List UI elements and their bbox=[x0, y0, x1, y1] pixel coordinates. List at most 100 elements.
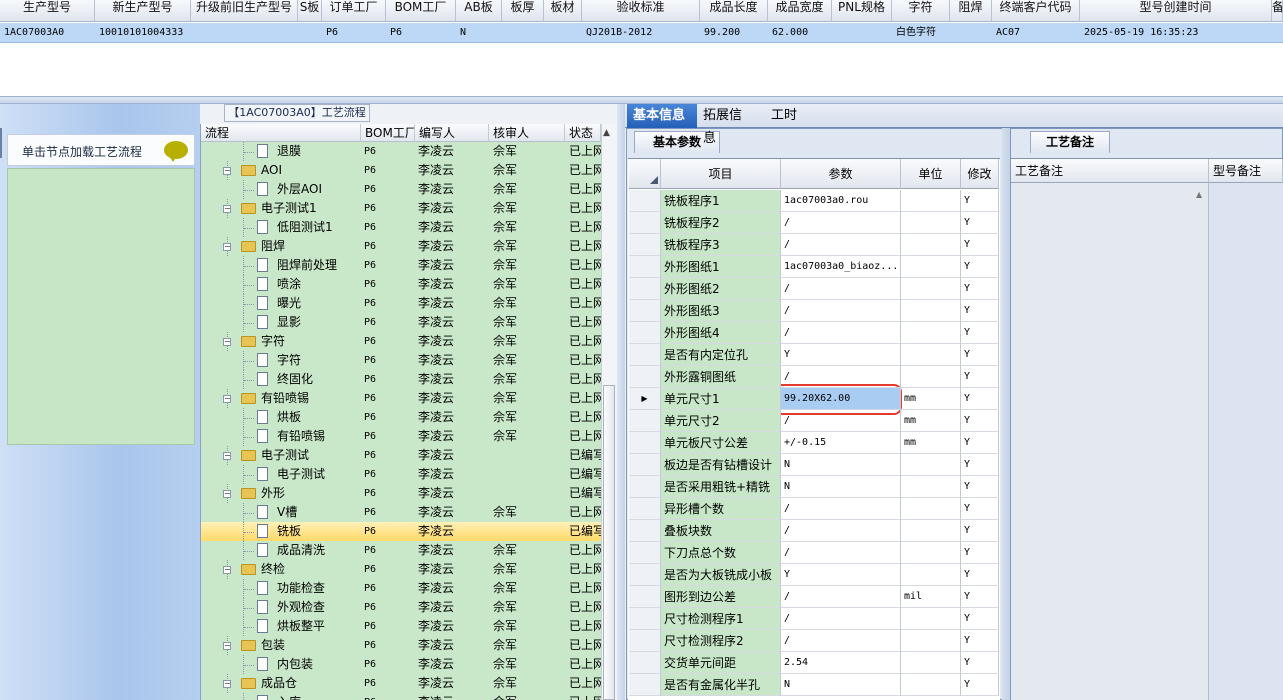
grid-header-17[interactable]: 备 bbox=[1272, 0, 1283, 22]
tree-row[interactable]: − 有铅喷锡 P6 李凌云 佘军 已上网 bbox=[201, 389, 601, 408]
grid-header-14[interactable]: 阻焊 bbox=[950, 0, 992, 22]
param-value[interactable]: 99.20X62.00 bbox=[781, 388, 901, 410]
tree-row[interactable]: 成品清洗 P6 李凌云 佘军 已上网 bbox=[201, 541, 601, 560]
tree-header-2[interactable]: 编写人 bbox=[415, 124, 489, 142]
collapse-toggle-icon[interactable]: − bbox=[223, 167, 231, 175]
param-row[interactable]: 单元尺寸2/mm Y bbox=[629, 410, 999, 432]
param-modify[interactable]: Y bbox=[961, 234, 999, 256]
collapse-toggle-icon[interactable]: − bbox=[223, 490, 231, 498]
param-row[interactable]: 下刀点总个数 / Y bbox=[629, 542, 999, 564]
collapse-toggle-icon[interactable]: − bbox=[223, 680, 231, 688]
tree-row[interactable]: 铣板 P6 李凌云 已编写 bbox=[201, 522, 601, 541]
param-value[interactable]: Y bbox=[781, 564, 901, 586]
collapse-toggle-icon[interactable]: − bbox=[223, 452, 231, 460]
param-value[interactable]: / bbox=[781, 498, 901, 520]
grid-header-11[interactable]: 成品宽度 bbox=[768, 0, 832, 22]
param-modify[interactable]: Y bbox=[961, 366, 999, 388]
tree-row[interactable]: 低阻测试1 P6 李凌云 佘军 已上网 bbox=[201, 218, 601, 237]
tree-row[interactable]: − 字符 P6 李凌云 佘军 已上网 bbox=[201, 332, 601, 351]
param-row[interactable]: 铣板程序2/ Y bbox=[629, 212, 999, 234]
param-row[interactable]: 是否有金属化半孔 N Y bbox=[629, 674, 999, 696]
param-modify[interactable]: Y bbox=[961, 498, 999, 520]
process-remark-column[interactable] bbox=[1011, 183, 1209, 700]
tree-header-1[interactable]: BOM工厂 bbox=[361, 124, 415, 142]
param-row[interactable]: 外形图纸3/ Y bbox=[629, 300, 999, 322]
param-modify[interactable]: Y bbox=[961, 652, 999, 674]
param-modify[interactable]: Y bbox=[961, 454, 999, 476]
remarks-header-1[interactable]: 型号备注 bbox=[1209, 159, 1283, 183]
param-value[interactable]: N bbox=[781, 476, 901, 498]
param-value[interactable]: 2.54 bbox=[781, 652, 901, 674]
grid-header-9[interactable]: 验收标准 bbox=[582, 0, 700, 22]
param-modify[interactable]: Y bbox=[961, 586, 999, 608]
param-value[interactable]: / bbox=[781, 520, 901, 542]
param-modify[interactable]: Y bbox=[961, 476, 999, 498]
param-modify[interactable]: Y bbox=[961, 256, 999, 278]
params-header-3[interactable]: 修改 bbox=[961, 159, 999, 189]
grid-header-13[interactable]: 字符 bbox=[892, 0, 950, 22]
tree-row[interactable]: − 电子测试1 P6 李凌云 佘军 已上网 bbox=[201, 199, 601, 218]
remarks-header-0[interactable]: 工艺备注 bbox=[1011, 159, 1209, 183]
grid-header-0[interactable]: 生产型号 bbox=[0, 0, 95, 22]
param-value[interactable]: / bbox=[781, 234, 901, 256]
param-modify[interactable]: Y bbox=[961, 190, 999, 212]
param-value[interactable]: / bbox=[781, 366, 901, 388]
grid-header-4[interactable]: 订单工厂 bbox=[322, 0, 386, 22]
param-value[interactable]: Y bbox=[781, 344, 901, 366]
grid-header-3[interactable]: S板 bbox=[298, 0, 322, 22]
tree-row[interactable]: − 成品仓 P6 李凌云 佘军 已上网 bbox=[201, 674, 601, 693]
tab-1[interactable]: 拓展信息 bbox=[697, 104, 759, 146]
vertical-splitter-left[interactable] bbox=[617, 104, 625, 700]
tree-row[interactable]: 曝光 P6 李凌云 佘军 已上网 bbox=[201, 294, 601, 313]
param-value[interactable]: / bbox=[781, 278, 901, 300]
param-row[interactable]: 外形图纸4/ Y bbox=[629, 322, 999, 344]
param-value[interactable]: / bbox=[781, 542, 901, 564]
tab-2[interactable]: 工时 bbox=[765, 104, 805, 128]
tree-row[interactable]: 终固化 P6 李凌云 佘军 已上网 bbox=[201, 370, 601, 389]
grid-header-1[interactable]: 新生产型号 bbox=[95, 0, 191, 22]
param-value[interactable]: N bbox=[781, 674, 901, 696]
tree-row[interactable]: 内包装 P6 李凌云 佘军 已上网 bbox=[201, 655, 601, 674]
param-row[interactable]: 外形图纸2/ Y bbox=[629, 278, 999, 300]
tree-row[interactable]: − 电子测试 P6 李凌云 已编写 bbox=[201, 446, 601, 465]
grid-header-10[interactable]: 成品长度 bbox=[700, 0, 768, 22]
vertical-splitter-right[interactable] bbox=[1002, 128, 1010, 700]
grid-header-5[interactable]: BOM工厂 bbox=[386, 0, 456, 22]
tree-row[interactable]: 外层AOI P6 李凌云 佘军 已上网 bbox=[201, 180, 601, 199]
param-value[interactable]: 1ac07003a0.rou bbox=[781, 190, 901, 212]
tree-row[interactable]: 烘板 P6 李凌云 佘军 已上网 bbox=[201, 408, 601, 427]
param-modify[interactable]: Y bbox=[961, 564, 999, 586]
tab-0[interactable]: 基本信息 bbox=[627, 104, 697, 128]
param-value[interactable]: 1ac07003a0_biaoz... bbox=[781, 256, 901, 278]
param-modify[interactable]: Y bbox=[961, 674, 999, 696]
collapse-toggle-icon[interactable]: − bbox=[223, 566, 231, 574]
param-modify[interactable]: Y bbox=[961, 542, 999, 564]
param-row[interactable]: 图形到边公差 / mil Y bbox=[629, 586, 999, 608]
tree-row[interactable]: 功能检查 P6 李凌云 佘军 已上网 bbox=[201, 579, 601, 598]
param-value[interactable]: / bbox=[781, 586, 901, 608]
collapse-toggle-icon[interactable]: − bbox=[223, 205, 231, 213]
grid-header-7[interactable]: 板厚 bbox=[502, 0, 544, 22]
param-row[interactable]: 尺寸检测程序2/ Y bbox=[629, 630, 999, 652]
param-modify[interactable]: Y bbox=[961, 322, 999, 344]
grid-header-12[interactable]: PNL规格 bbox=[832, 0, 892, 22]
tree-row[interactable]: V槽 P6 李凌云 佘军 已上网 bbox=[201, 503, 601, 522]
tree-row[interactable]: − AOI P6 李凌云 佘军 已上网 bbox=[201, 161, 601, 180]
param-modify[interactable]: Y bbox=[961, 278, 999, 300]
param-row[interactable]: 铣板程序3/ Y bbox=[629, 234, 999, 256]
remarks-title[interactable]: 工艺备注 bbox=[1030, 131, 1110, 153]
params-header-0[interactable]: 项目 bbox=[661, 159, 781, 189]
param-modify[interactable]: Y bbox=[961, 410, 999, 432]
tree-row[interactable]: 字符 P6 李凌云 佘军 已上网 bbox=[201, 351, 601, 370]
param-row[interactable]: 是否有内定位孔 Y Y bbox=[629, 344, 999, 366]
param-row[interactable]: 铣板程序1 1ac07003a0.rou Y bbox=[629, 190, 999, 212]
param-modify[interactable]: Y bbox=[961, 388, 999, 410]
param-value[interactable]: / bbox=[781, 630, 901, 652]
tree-row[interactable]: − 阻焊 P6 李凌云 佘军 已上网 bbox=[201, 237, 601, 256]
horizontal-splitter[interactable] bbox=[0, 96, 1283, 104]
scroll-up-arrow-icon[interactable]: ▲ bbox=[603, 128, 610, 138]
param-modify[interactable]: Y bbox=[961, 300, 999, 322]
param-row[interactable]: 板边是否有钻槽设计 N Y bbox=[629, 454, 999, 476]
param-modify[interactable]: Y bbox=[961, 608, 999, 630]
grid-header-6[interactable]: AB板 bbox=[456, 0, 502, 22]
